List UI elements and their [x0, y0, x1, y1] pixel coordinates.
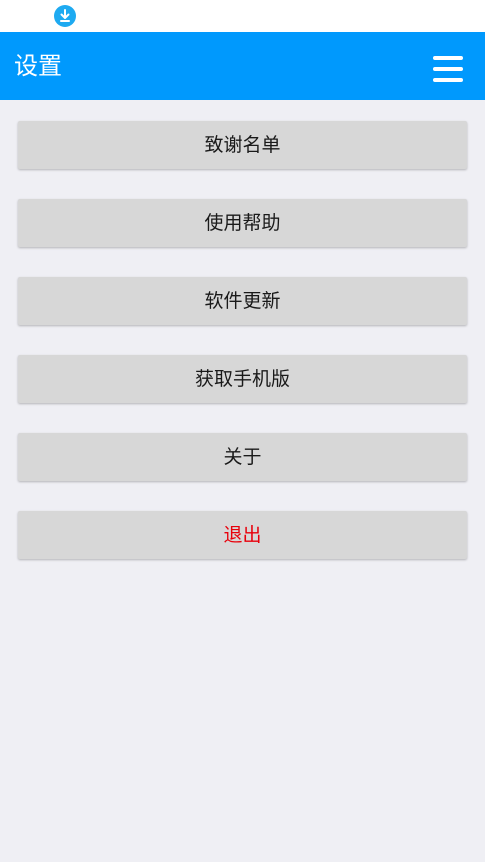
get-mobile-version-button[interactable]: 获取手机版: [18, 355, 467, 403]
settings-menu-list: 致谢名单 使用帮助 软件更新 获取手机版 关于 退出: [18, 121, 467, 589]
page-title: 设置: [14, 52, 62, 80]
credits-button[interactable]: 致谢名单: [18, 121, 467, 169]
logout-button[interactable]: 退出: [18, 511, 467, 559]
menu-bar-middle: [433, 67, 463, 71]
about-button[interactable]: 关于: [18, 433, 467, 481]
status-bar: [0, 0, 485, 32]
app-bar: 设置: [0, 32, 485, 100]
menu-bar-bottom: [433, 78, 463, 82]
download-icon: [54, 5, 76, 27]
hamburger-menu-icon[interactable]: [426, 46, 470, 86]
software-update-button[interactable]: 软件更新: [18, 277, 467, 325]
menu-bar-top: [433, 56, 463, 60]
help-button[interactable]: 使用帮助: [18, 199, 467, 247]
